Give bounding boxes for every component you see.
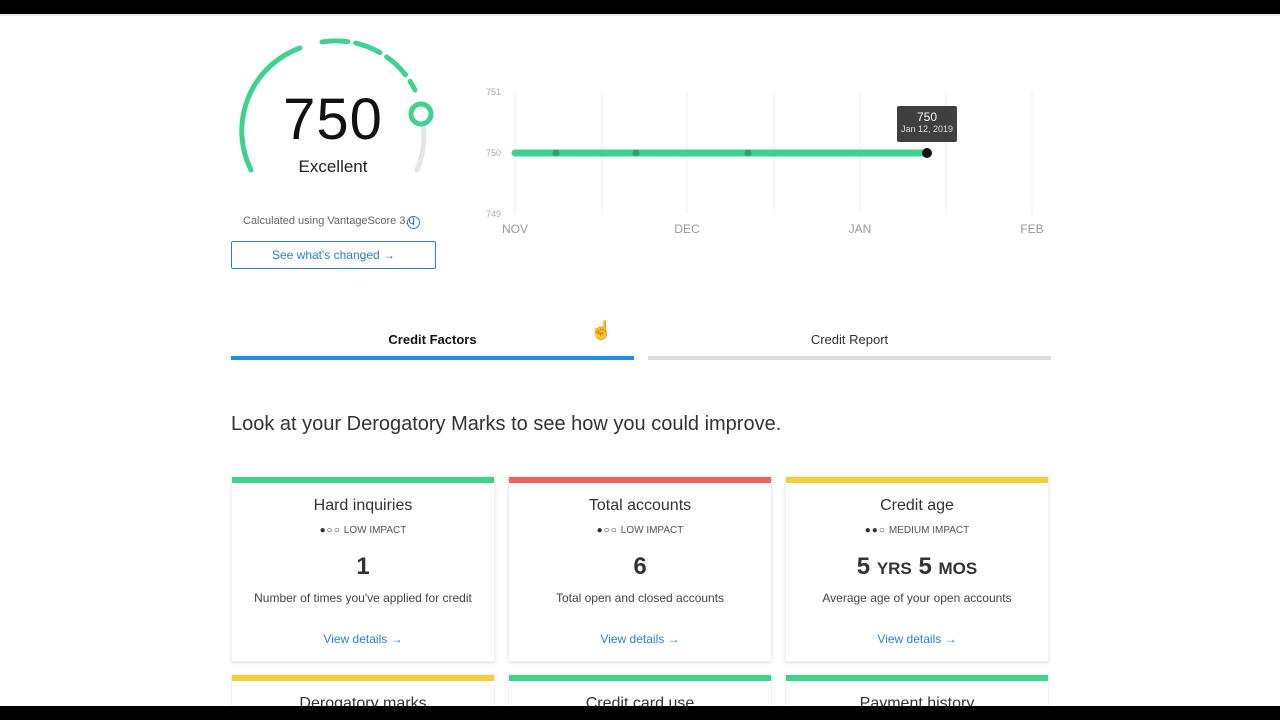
card-status-stripe <box>786 477 1048 483</box>
card-description: Average age of your open accounts <box>822 591 1012 605</box>
tab-inactive-indicator <box>648 356 1051 360</box>
credit-score: 750 <box>283 87 383 152</box>
impact-label: LOW IMPACT <box>343 525 407 536</box>
impact-dots: ●○○ <box>596 525 618 536</box>
tooltip-value: 750 <box>916 110 938 124</box>
tab-credit-factors-label: Credit Factors <box>388 332 477 347</box>
card-status-stripe <box>786 675 1048 681</box>
tab-credit-report[interactable]: Credit Report <box>648 332 1051 362</box>
top-black-bar <box>0 0 1280 14</box>
score-history-chart: 751 750 749 NOV DEC JAN FEB 750 Jan 12, 2019 <box>480 80 1060 250</box>
data-point[interactable] <box>744 149 752 157</box>
card-description: Total open and closed accounts <box>555 591 725 605</box>
view-details-link[interactable]: View details → <box>786 632 1048 646</box>
card-value: 5 YRS 5 MOS <box>786 553 1048 581</box>
card-title: Hard inquiries <box>313 497 413 514</box>
card-status-stripe <box>232 675 494 681</box>
score-gauge: 750 Excellent <box>228 30 440 190</box>
tab-credit-factors[interactable]: Credit Factors <box>231 332 634 362</box>
y-tick-label: 750 <box>486 148 501 158</box>
card-status-stripe <box>232 477 494 483</box>
factor-card-hard-inquiries[interactable]: Hard inquiries ●○○ LOW IMPACT 1 Number of… <box>231 476 495 662</box>
y-tick-label: 751 <box>486 87 501 97</box>
chart-svg: 751 750 749NOV DEC JAN FEB <box>486 87 1044 236</box>
years-unit: YRS <box>876 559 912 578</box>
see-whats-changed-button[interactable]: See what's changed → <box>231 241 436 269</box>
card-title: Credit age <box>880 497 954 514</box>
x-tick-label: FEB <box>1020 222 1043 236</box>
card-value: 6 <box>633 553 647 580</box>
impact-label: MEDIUM IMPACT <box>888 525 970 536</box>
score-model-note: Calculated using VantageScore 3.0 <box>243 215 415 227</box>
x-tick-label: JAN <box>849 222 872 236</box>
impact-dots: ●●○ <box>864 525 886 536</box>
y-tick-label: 749 <box>486 209 501 219</box>
x-tick-label: NOV <box>502 222 528 236</box>
x-tick-label: DEC <box>674 222 700 236</box>
impact-rating: ●●○ MEDIUM IMPACT <box>786 525 1048 536</box>
selected-data-point[interactable] <box>922 148 932 158</box>
top-divider <box>0 14 1280 16</box>
card-description: Number of times you've applied for credi… <box>254 591 472 605</box>
impact-dots: ●○○ <box>319 525 341 536</box>
chart-tooltip: 750 Jan 12, 2019 <box>897 106 957 142</box>
section-headline: Look at your Derogatory Marks to see how… <box>231 413 782 435</box>
bottom-black-bar <box>0 706 1280 720</box>
tab-active-indicator <box>231 356 634 360</box>
hand-cursor-icon: ☝ <box>590 320 613 340</box>
card-title: Total accounts <box>588 497 692 514</box>
impact-rating: ●○○ LOW IMPACT <box>509 525 771 536</box>
months-value: 5 <box>918 553 932 580</box>
data-point[interactable] <box>552 149 560 157</box>
factor-card-total-accounts[interactable]: Total accounts ●○○ LOW IMPACT 6 Total ope… <box>508 476 772 662</box>
impact-rating: ●○○ LOW IMPACT <box>232 525 494 536</box>
months-unit: MOS <box>938 559 978 578</box>
card-value: 1 <box>356 553 370 580</box>
tooltip-date: Jan 12, 2019 <box>900 124 954 134</box>
info-icon[interactable]: i <box>407 216 420 229</box>
view-details-link[interactable]: View details → <box>232 632 494 646</box>
impact-label: LOW IMPACT <box>620 525 684 536</box>
factor-card-credit-age[interactable]: Credit age ●●○ MEDIUM IMPACT 5 YRS 5 MOS … <box>785 476 1049 662</box>
data-point[interactable] <box>632 149 640 157</box>
tab-credit-report-label: Credit Report <box>810 332 889 347</box>
view-details-link[interactable]: View details → <box>509 632 771 646</box>
card-status-stripe <box>509 477 771 483</box>
card-status-stripe <box>509 675 771 681</box>
years-value: 5 <box>856 553 871 580</box>
score-rating: Excellent <box>298 157 368 176</box>
